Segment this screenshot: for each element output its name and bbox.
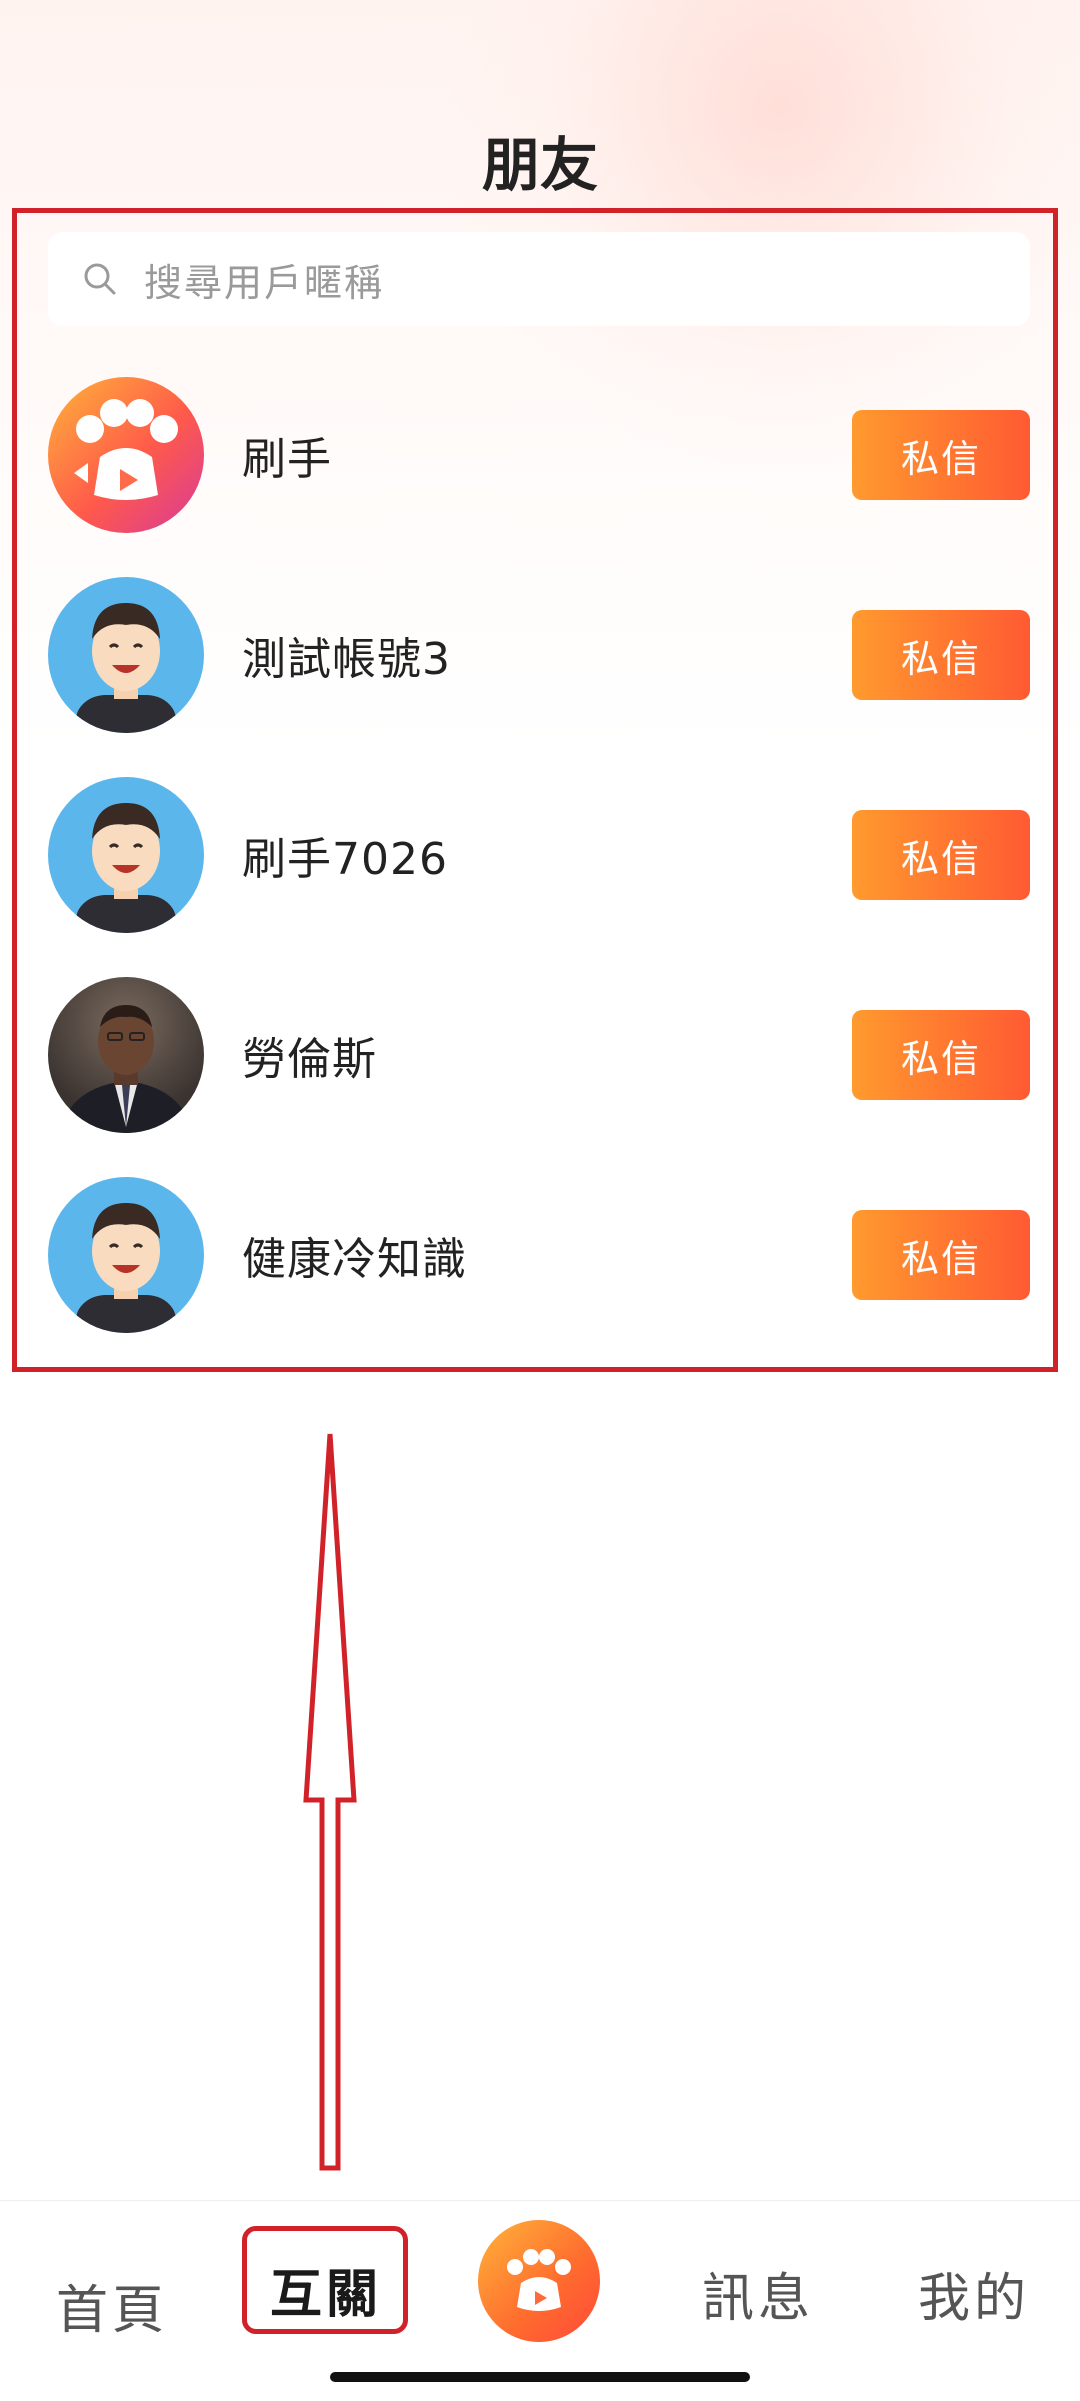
home-indicator	[330, 2372, 750, 2382]
message-button[interactable]: 私信	[852, 410, 1030, 500]
message-button[interactable]: 私信	[852, 1210, 1030, 1300]
annotation-arrow	[303, 1433, 357, 2171]
friend-name: 刷手7026	[242, 834, 448, 885]
list-item[interactable]: 刷手 私信	[0, 370, 1080, 540]
paw-camera-icon	[507, 2249, 571, 2311]
tab-messages[interactable]: 訊息	[702, 2256, 814, 2331]
cartoon-man-avatar	[48, 777, 204, 933]
message-button[interactable]: 私信	[852, 810, 1030, 900]
list-item[interactable]: 健康冷知識 私信	[0, 1170, 1080, 1340]
cartoon-man-avatar	[48, 577, 204, 733]
cartoon-man-avatar	[48, 1177, 204, 1333]
message-button[interactable]: 私信	[852, 1010, 1030, 1100]
tab-follow[interactable]: 互關	[270, 2252, 382, 2327]
message-button[interactable]: 私信	[852, 610, 1030, 700]
list-item[interactable]: 測試帳號3 私信	[0, 570, 1080, 740]
create-button[interactable]	[478, 2220, 600, 2342]
search-input[interactable]: 搜尋用戶暱稱	[48, 232, 1030, 326]
tab-home[interactable]: 首頁	[56, 2268, 168, 2343]
page-title: 朋友	[481, 131, 598, 199]
friend-name: 刷手	[242, 434, 332, 485]
friend-name: 勞倫斯	[242, 1034, 377, 1085]
friend-name: 測試帳號3	[242, 634, 451, 685]
list-item[interactable]: 刷手7026 私信	[0, 770, 1080, 940]
search-icon	[84, 263, 116, 295]
list-item[interactable]: 勞倫斯 私信	[0, 970, 1080, 1140]
friend-name: 健康冷知識	[242, 1234, 467, 1285]
search-placeholder: 搜尋用戶暱稱	[144, 260, 385, 305]
photo-man-in-suit-avatar	[48, 977, 204, 1133]
app-logo-avatar	[48, 377, 204, 533]
tab-me[interactable]: 我的	[918, 2256, 1030, 2331]
